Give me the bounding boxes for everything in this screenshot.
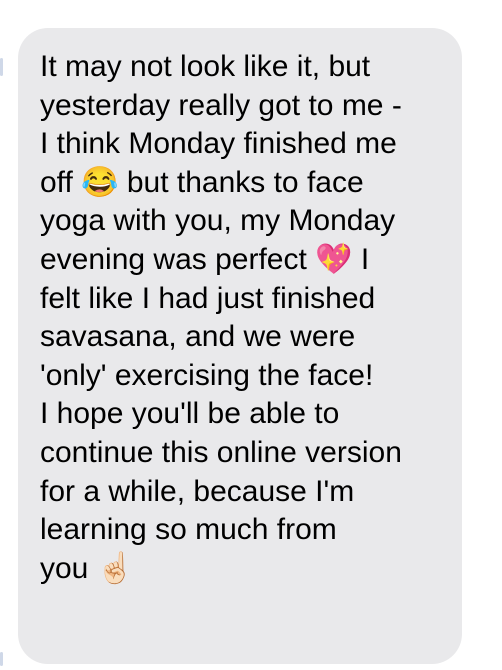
message-line: 'only' exercising the face! <box>40 358 374 392</box>
message-line: off 😂 but thanks to face <box>40 165 364 199</box>
message-line: felt like I had just finished <box>40 281 376 315</box>
message-line: you ☝🏻 <box>40 551 135 585</box>
message-line: yesterday really got to me - <box>40 88 402 122</box>
message-line: I think Monday finished me <box>40 127 397 161</box>
message-line: I hope you'll be able to <box>40 397 340 431</box>
adjacent-bubble-edge <box>0 652 3 666</box>
message-screen: It may not look like it, but yesterday r… <box>0 0 502 670</box>
message-line: evening was perfect 💖 I <box>40 242 370 276</box>
adjacent-bubble-edge <box>0 58 3 76</box>
message-text: It may not look like it, but yesterday r… <box>40 48 402 588</box>
message-line: continue this online version <box>40 435 402 469</box>
message-line: yoga with you, my Monday <box>40 204 396 238</box>
message-line: for a while, because I'm <box>40 474 355 508</box>
message-line: savasana, and we were <box>40 320 356 354</box>
message-line: learning so much from <box>40 513 337 547</box>
message-line: It may not look like it, but <box>40 50 371 83</box>
